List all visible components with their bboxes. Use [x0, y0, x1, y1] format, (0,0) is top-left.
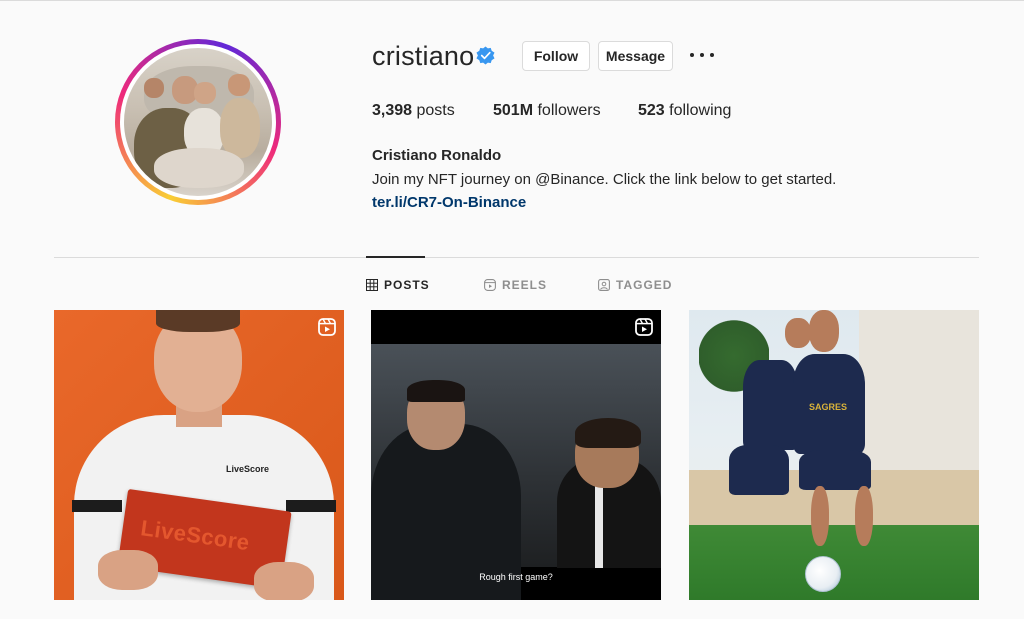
jersey-sponsor-text: SAGRES [809, 402, 848, 412]
active-tab-indicator [366, 256, 425, 258]
stat-posts: 3,398 posts [372, 102, 455, 120]
posts-count: 3,398 [372, 102, 413, 119]
follow-button[interactable]: Follow [522, 41, 590, 71]
tab-posts[interactable]: POSTS [366, 277, 430, 293]
shirt-brand-text: LiveScore [226, 464, 270, 474]
followers-label: followers [537, 102, 601, 119]
more-options-icon[interactable] [690, 47, 714, 63]
profile-avatar[interactable] [115, 39, 281, 205]
tab-posts-label: POSTS [384, 278, 430, 292]
reels-icon [484, 279, 496, 291]
tab-tagged-label: TAGGED [616, 278, 673, 292]
tab-tagged[interactable]: TAGGED [598, 277, 672, 293]
tab-reels[interactable]: REELS [484, 277, 547, 293]
profile-bio: Join my NFT journey on @Binance. Click t… [372, 171, 837, 188]
video-caption: Rough first game? [479, 572, 553, 582]
message-button[interactable]: Message [598, 41, 673, 71]
post-figure-player [743, 360, 798, 450]
tab-reels-label: REELS [502, 278, 548, 292]
stat-following[interactable]: 523 following [638, 102, 731, 120]
avatar-border [120, 44, 276, 200]
verified-badge-icon [476, 46, 495, 65]
livescore-box-text: LiveScore [139, 515, 252, 556]
post-thumbnail[interactable]: Rough first game? [371, 310, 661, 600]
post-thumbnail[interactable]: SAGRES [689, 310, 979, 600]
stat-followers[interactable]: 501M followers [493, 102, 601, 120]
avatar-photo [124, 48, 272, 196]
profile-username: cristiano [372, 41, 475, 71]
profile-link[interactable]: ter.li/CR7-On-Binance [372, 194, 526, 211]
posts-label: posts [416, 102, 455, 119]
reel-badge-icon [635, 318, 653, 336]
football-ball [805, 556, 841, 592]
reel-badge-icon [318, 318, 336, 336]
post-thumbnail[interactable]: LiveScore LiveScore [54, 310, 344, 600]
grid-icon [366, 279, 378, 291]
followers-count: 501M [493, 102, 534, 119]
following-count: 523 [638, 102, 665, 119]
following-label: following [669, 102, 732, 119]
profile-full-name: Cristiano Ronaldo [372, 147, 502, 164]
tabs-divider [54, 257, 979, 258]
tagged-icon [598, 279, 610, 291]
